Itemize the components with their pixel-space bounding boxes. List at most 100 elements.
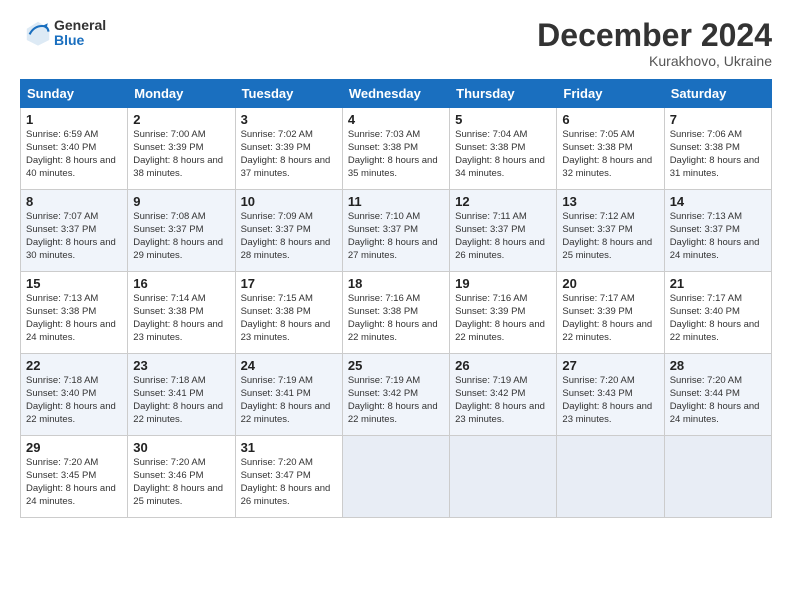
calendar-cell: 9Sunrise: 7:08 AMSunset: 3:37 PMDaylight… [128, 190, 235, 272]
calendar-cell [557, 436, 664, 518]
cell-info: Sunrise: 7:10 AMSunset: 3:37 PMDaylight:… [348, 211, 438, 260]
calendar-cell: 1Sunrise: 6:59 AMSunset: 3:40 PMDaylight… [21, 108, 128, 190]
day-number: 19 [455, 276, 551, 291]
logo: General Blue [20, 18, 106, 49]
week-row-1: 1Sunrise: 6:59 AMSunset: 3:40 PMDaylight… [21, 108, 772, 190]
cell-info: Sunrise: 7:20 AMSunset: 3:47 PMDaylight:… [241, 457, 331, 506]
day-number: 31 [241, 440, 337, 455]
calendar-cell: 11 Sunrise: 7:10 AMSunset: 3:37 PMDayligh… [342, 190, 449, 272]
cell-info: Sunrise: 7:06 AMSunset: 3:38 PMDaylight:… [670, 129, 760, 178]
calendar-cell: 26 Sunrise: 7:19 AMSunset: 3:42 PMDayligh… [450, 354, 557, 436]
title-block: December 2024 Kurakhovo, Ukraine [537, 18, 772, 69]
day-number: 13 [562, 194, 658, 209]
cell-info: Sunrise: 7:20 AMSunset: 3:43 PMDaylight:… [562, 375, 652, 424]
calendar-cell: 8Sunrise: 7:07 AMSunset: 3:37 PMDaylight… [21, 190, 128, 272]
cell-info: Sunrise: 7:17 AMSunset: 3:40 PMDaylight:… [670, 293, 760, 342]
cell-info: Sunrise: 7:09 AMSunset: 3:37 PMDaylight:… [241, 211, 331, 260]
calendar-cell: 4 Sunrise: 7:03 AMSunset: 3:38 PMDaylight… [342, 108, 449, 190]
day-number: 15 [26, 276, 122, 291]
calendar-cell [342, 436, 449, 518]
calendar-cell: 28 Sunrise: 7:20 AMSunset: 3:44 PMDayligh… [664, 354, 771, 436]
day-number: 3 [241, 112, 337, 127]
day-number: 24 [241, 358, 337, 373]
cell-info: Sunrise: 7:17 AMSunset: 3:39 PMDaylight:… [562, 293, 652, 342]
day-header-saturday: Saturday [664, 80, 771, 108]
week-row-2: 8Sunrise: 7:07 AMSunset: 3:37 PMDaylight… [21, 190, 772, 272]
calendar-cell [664, 436, 771, 518]
cell-info: Sunrise: 7:13 AMSunset: 3:37 PMDaylight:… [670, 211, 760, 260]
calendar-table: SundayMondayTuesdayWednesdayThursdayFrid… [20, 79, 772, 518]
calendar-cell: 21 Sunrise: 7:17 AMSunset: 3:40 PMDayligh… [664, 272, 771, 354]
logo-icon [24, 19, 52, 47]
cell-info: Sunrise: 7:12 AMSunset: 3:37 PMDaylight:… [562, 211, 652, 260]
day-number: 10 [241, 194, 337, 209]
calendar-cell: 20 Sunrise: 7:17 AMSunset: 3:39 PMDayligh… [557, 272, 664, 354]
calendar-cell: 13 Sunrise: 7:12 AMSunset: 3:37 PMDayligh… [557, 190, 664, 272]
day-number: 20 [562, 276, 658, 291]
day-number: 26 [455, 358, 551, 373]
calendar-cell: 17 Sunrise: 7:15 AMSunset: 3:38 PMDayligh… [235, 272, 342, 354]
cell-info: Sunrise: 7:16 AMSunset: 3:38 PMDaylight:… [348, 293, 438, 342]
week-row-3: 15 Sunrise: 7:13 AMSunset: 3:38 PMDayligh… [21, 272, 772, 354]
day-number: 22 [26, 358, 122, 373]
day-number: 21 [670, 276, 766, 291]
logo-general: General [54, 18, 106, 33]
calendar-cell: 29Sunrise: 7:20 AMSunset: 3:45 PMDayligh… [21, 436, 128, 518]
cell-info: Sunrise: 7:19 AMSunset: 3:41 PMDaylight:… [241, 375, 331, 424]
week-row-4: 22 Sunrise: 7:18 AMSunset: 3:40 PMDayligh… [21, 354, 772, 436]
day-number: 11 [348, 194, 444, 209]
day-number: 17 [241, 276, 337, 291]
calendar-cell: 2Sunrise: 7:00 AMSunset: 3:39 PMDaylight… [128, 108, 235, 190]
calendar-cell: 6Sunrise: 7:05 AMSunset: 3:38 PMDaylight… [557, 108, 664, 190]
calendar-cell: 5 Sunrise: 7:04 AMSunset: 3:38 PMDaylight… [450, 108, 557, 190]
day-number: 4 [348, 112, 444, 127]
day-number: 30 [133, 440, 229, 455]
cell-info: Sunrise: 7:03 AMSunset: 3:38 PMDaylight:… [348, 129, 438, 178]
cell-info: Sunrise: 7:04 AMSunset: 3:38 PMDaylight:… [455, 129, 545, 178]
day-header-wednesday: Wednesday [342, 80, 449, 108]
day-number: 25 [348, 358, 444, 373]
cell-info: Sunrise: 7:18 AMSunset: 3:41 PMDaylight:… [133, 375, 223, 424]
day-number: 14 [670, 194, 766, 209]
day-number: 9 [133, 194, 229, 209]
calendar-cell: 22 Sunrise: 7:18 AMSunset: 3:40 PMDayligh… [21, 354, 128, 436]
day-number: 5 [455, 112, 551, 127]
day-number: 23 [133, 358, 229, 373]
calendar-cell [450, 436, 557, 518]
cell-info: Sunrise: 7:20 AMSunset: 3:46 PMDaylight:… [133, 457, 223, 506]
cell-info: Sunrise: 6:59 AMSunset: 3:40 PMDaylight:… [26, 129, 116, 178]
cell-info: Sunrise: 7:13 AMSunset: 3:38 PMDaylight:… [26, 293, 116, 342]
header-row: SundayMondayTuesdayWednesdayThursdayFrid… [21, 80, 772, 108]
header: General Blue December 2024 Kurakhovo, Uk… [20, 18, 772, 69]
day-number: 28 [670, 358, 766, 373]
day-header-sunday: Sunday [21, 80, 128, 108]
logo-text: General Blue [54, 18, 106, 49]
cell-info: Sunrise: 7:16 AMSunset: 3:39 PMDaylight:… [455, 293, 545, 342]
cell-info: Sunrise: 7:15 AMSunset: 3:38 PMDaylight:… [241, 293, 331, 342]
calendar-cell: 15 Sunrise: 7:13 AMSunset: 3:38 PMDayligh… [21, 272, 128, 354]
logo-blue: Blue [54, 33, 106, 48]
cell-info: Sunrise: 7:18 AMSunset: 3:40 PMDaylight:… [26, 375, 116, 424]
day-number: 7 [670, 112, 766, 127]
calendar-cell: 25Sunrise: 7:19 AMSunset: 3:42 PMDayligh… [342, 354, 449, 436]
day-number: 6 [562, 112, 658, 127]
day-header-thursday: Thursday [450, 80, 557, 108]
day-header-tuesday: Tuesday [235, 80, 342, 108]
day-number: 8 [26, 194, 122, 209]
cell-info: Sunrise: 7:14 AMSunset: 3:38 PMDaylight:… [133, 293, 223, 342]
cell-info: Sunrise: 7:19 AMSunset: 3:42 PMDaylight:… [455, 375, 545, 424]
day-header-monday: Monday [128, 80, 235, 108]
calendar-cell: 14 Sunrise: 7:13 AMSunset: 3:37 PMDayligh… [664, 190, 771, 272]
week-row-5: 29Sunrise: 7:20 AMSunset: 3:45 PMDayligh… [21, 436, 772, 518]
cell-info: Sunrise: 7:11 AMSunset: 3:37 PMDaylight:… [455, 211, 545, 260]
calendar-cell: 10 Sunrise: 7:09 AMSunset: 3:37 PMDayligh… [235, 190, 342, 272]
calendar-cell: 31 Sunrise: 7:20 AMSunset: 3:47 PMDayligh… [235, 436, 342, 518]
calendar-cell: 27 Sunrise: 7:20 AMSunset: 3:43 PMDayligh… [557, 354, 664, 436]
day-number: 2 [133, 112, 229, 127]
day-number: 27 [562, 358, 658, 373]
calendar-cell: 19 Sunrise: 7:16 AMSunset: 3:39 PMDayligh… [450, 272, 557, 354]
page: General Blue December 2024 Kurakhovo, Uk… [0, 0, 792, 612]
cell-info: Sunrise: 7:02 AMSunset: 3:39 PMDaylight:… [241, 129, 331, 178]
cell-info: Sunrise: 7:20 AMSunset: 3:44 PMDaylight:… [670, 375, 760, 424]
calendar-cell: 7 Sunrise: 7:06 AMSunset: 3:38 PMDaylight… [664, 108, 771, 190]
